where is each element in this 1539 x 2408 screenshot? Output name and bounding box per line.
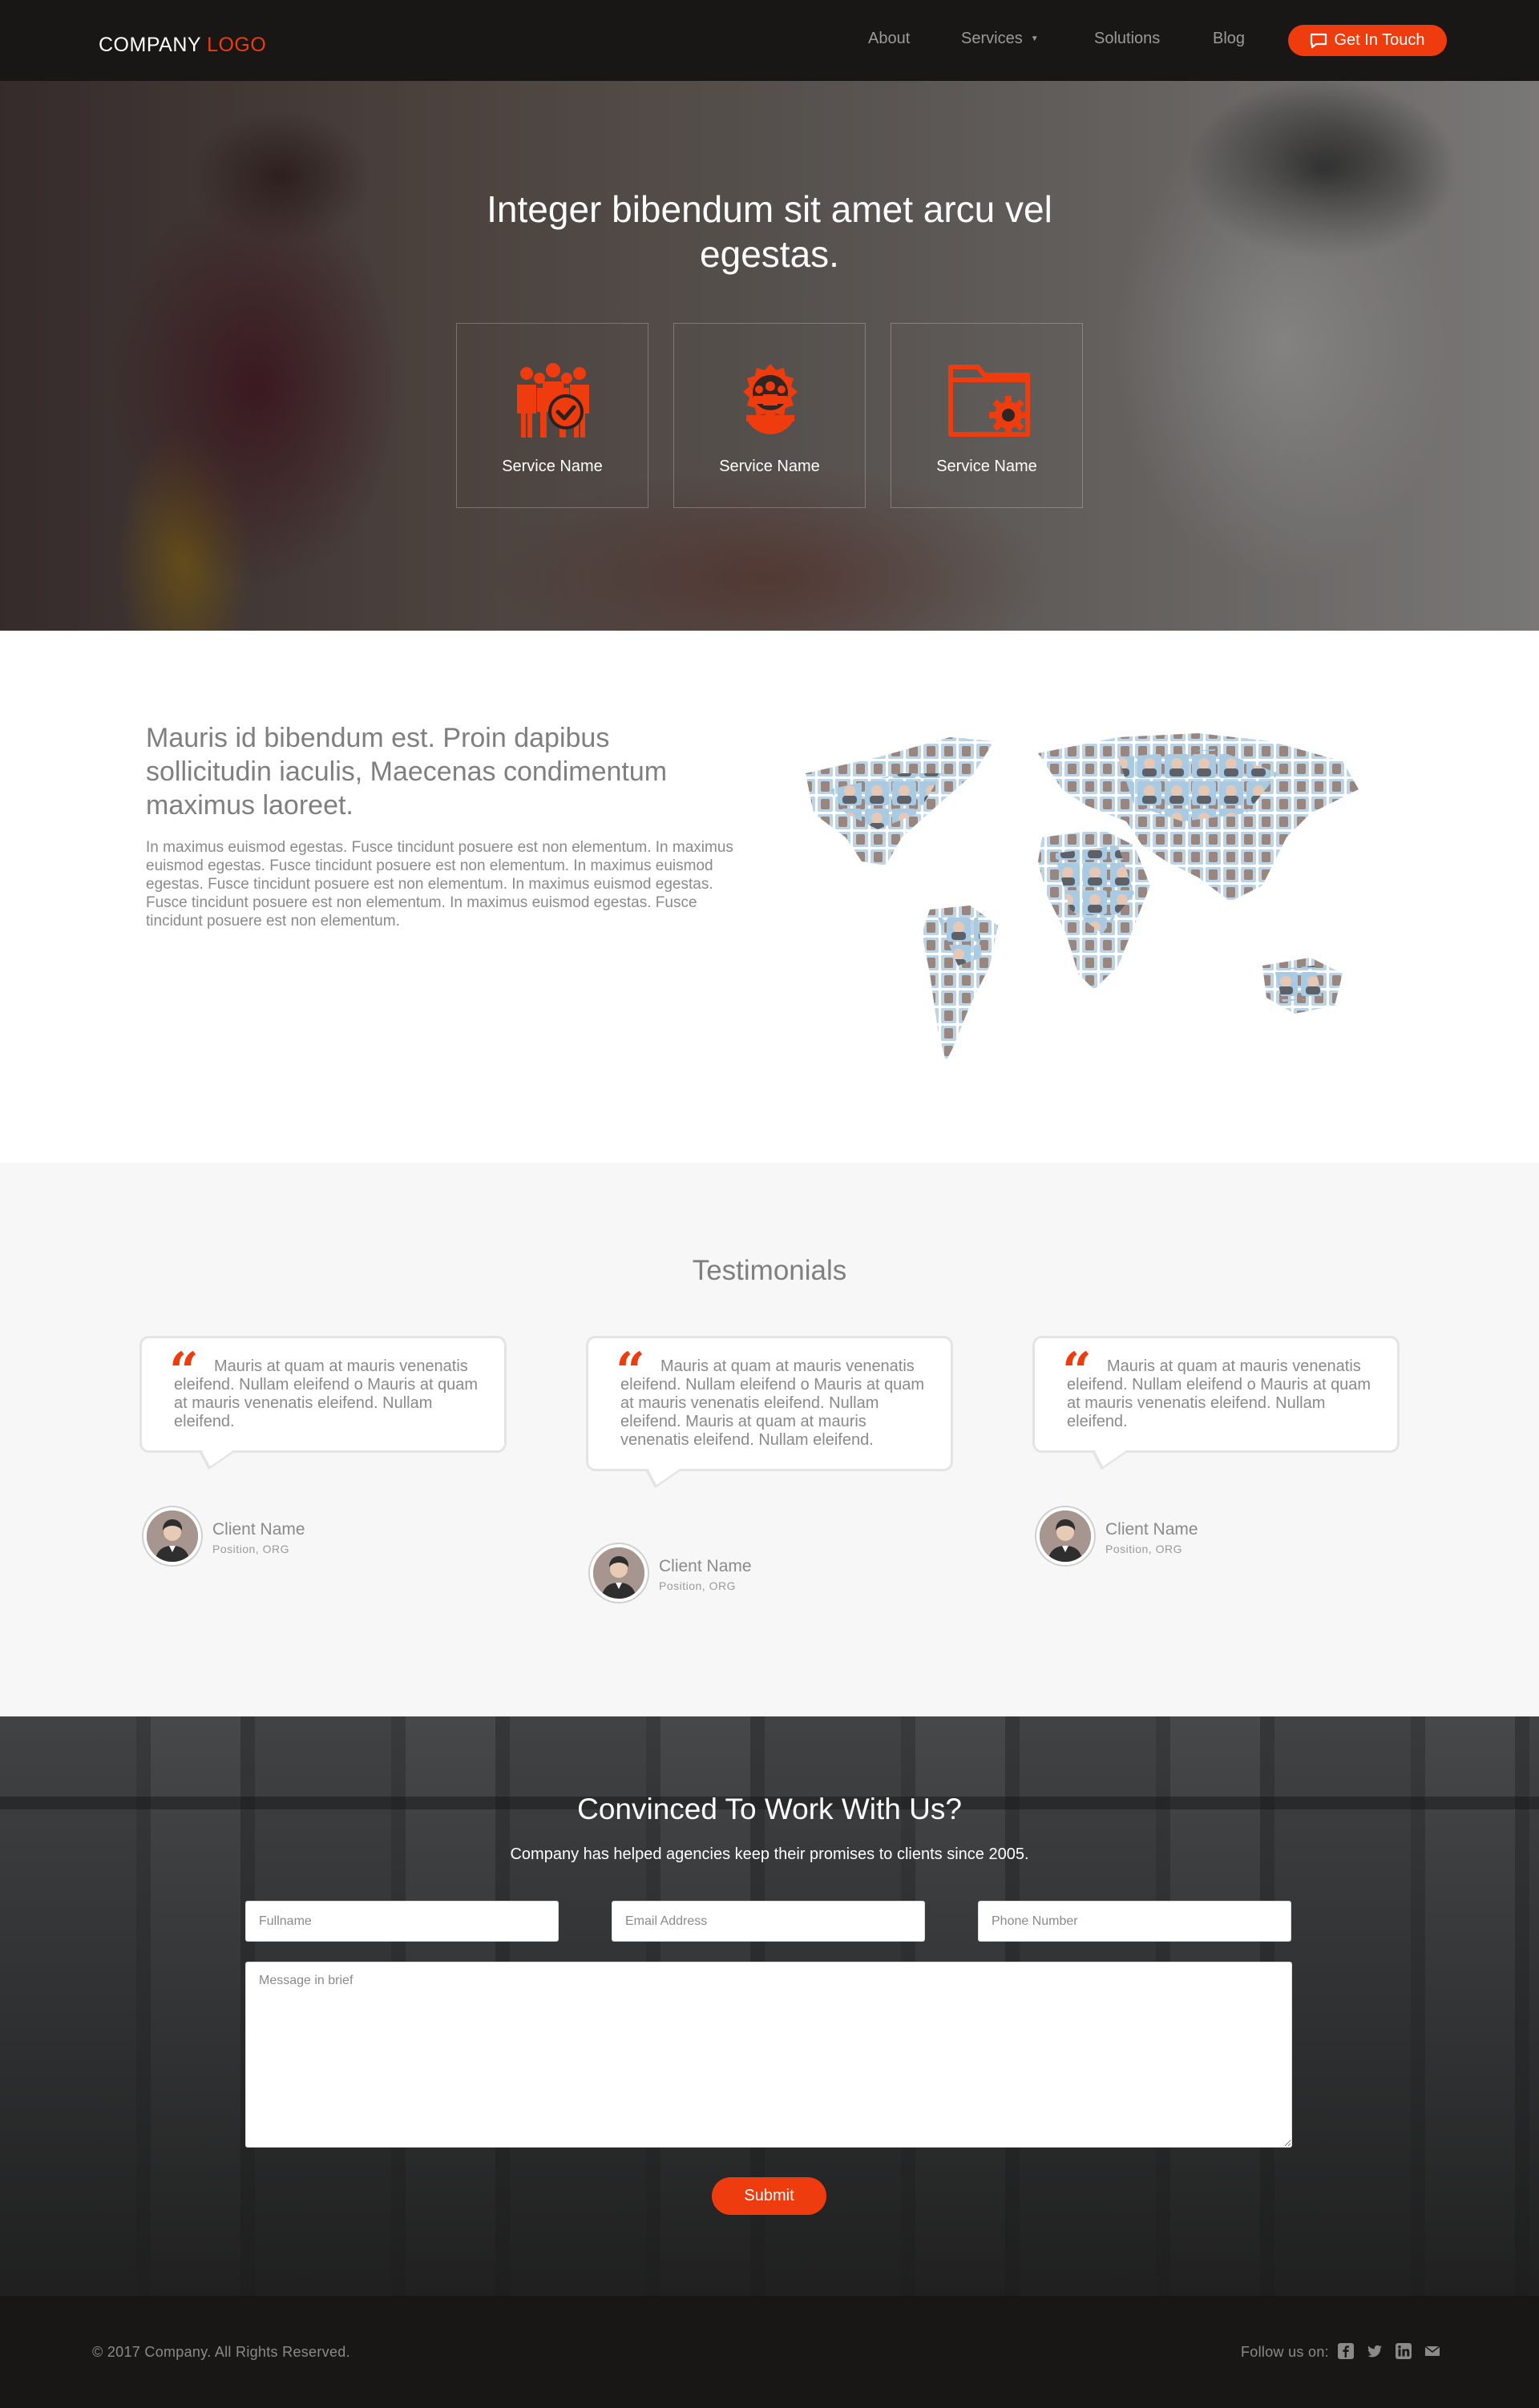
facebook-icon[interactable] (1337, 2342, 1355, 2360)
twitter-icon[interactable] (1366, 2342, 1383, 2360)
nav-link-about[interactable]: About (868, 30, 910, 48)
testimonial-1-quote: Mauris at quam at mauris venenatis eleif… (174, 1357, 479, 1430)
chat-bubble-icon (1311, 33, 1327, 48)
gear-people-icon (743, 364, 798, 434)
client-1-name: Client Name (212, 1520, 305, 1539)
person-avatar-icon (1040, 1511, 1091, 1562)
speech-tail (1092, 1435, 1127, 1470)
testimonial-card-3: “ Mauris at quam at mauris venenatis ele… (1032, 1336, 1400, 1470)
avatar (590, 1544, 648, 1602)
nav-link-solutions[interactable]: Solutions (1094, 30, 1160, 48)
top-nav: COMPANY LOGO About Services ▼ Solutions B… (0, 0, 1539, 81)
submit-button[interactable]: Submit (712, 2177, 826, 2215)
testimonial-card-1: “ Mauris at quam at mauris venenatis ele… (139, 1336, 507, 1470)
logo-accent-text: LOGO (207, 34, 267, 56)
contact-subtitle: Company has helped agencies keep their p… (510, 1845, 1029, 1863)
quote-mark-icon: “ (169, 1341, 199, 1402)
speech-tail (645, 1454, 681, 1489)
service-card-2[interactable]: Service Name (673, 323, 866, 508)
testimonials-section: Testimonials “ Mauris at quam at mauris … (0, 1163, 1539, 1716)
avatar (1036, 1507, 1094, 1565)
testimonial-2-quote: Mauris at quam at mauris venenatis eleif… (620, 1357, 925, 1449)
message-field[interactable] (245, 1962, 1292, 2148)
get-in-touch-label: Get In Touch (1334, 31, 1425, 49)
testimonials-heading: Testimonials (692, 1255, 847, 1286)
service-card-2-label: Service Name (719, 458, 820, 475)
client-3-position: Position, ORG (1105, 1543, 1182, 1555)
footer: © 2017 Company. All Rights Reserved. Fol… (0, 2296, 1539, 2408)
fullname-field[interactable] (245, 1901, 559, 1942)
client-2-name: Client Name (659, 1557, 752, 1575)
testimonial-card-2: “ Mauris at quam at mauris venenatis ele… (586, 1336, 953, 1489)
service-card-1-label: Service Name (502, 458, 603, 475)
client-1-position: Position, ORG (212, 1543, 289, 1555)
person-avatar-icon (147, 1511, 198, 1562)
nav-link-blog[interactable]: Blog (1213, 30, 1245, 48)
contact-section: Convinced To Work With Us? Company has h… (0, 1716, 1539, 2296)
caret-down-icon: ▼ (1030, 34, 1039, 44)
quote-mark-icon: “ (1062, 1341, 1092, 1402)
world-map-image (806, 733, 1359, 1062)
hero-section: Integer bibendum sit amet arcu vel egest… (0, 81, 1539, 631)
email-field[interactable] (612, 1901, 925, 1942)
logo-primary-text: COMPANY (99, 34, 201, 56)
about-body: In maximus euismod egestas. Fusce tincid… (146, 839, 733, 930)
service-card-3-label: Service Name (936, 458, 1037, 475)
follow-label: Follow us on: (1241, 2344, 1329, 2360)
phone-field[interactable] (978, 1901, 1291, 1942)
client-2-position: Position, ORG (659, 1579, 736, 1592)
company-logo[interactable]: COMPANY LOGO (99, 34, 266, 57)
team-check-icon (517, 363, 589, 438)
copyright-text: © 2017 Company. All Rights Reserved. (92, 2344, 350, 2360)
folder-gear-icon (948, 365, 1030, 437)
quote-mark-icon: “ (616, 1341, 645, 1402)
service-card-3[interactable]: Service Name (891, 323, 1083, 508)
email-icon[interactable] (1424, 2342, 1441, 2360)
contact-heading: Convinced To Work With Us? (577, 1793, 962, 1825)
person-avatar-icon (593, 1547, 644, 1599)
get-in-touch-button[interactable]: Get In Touch (1288, 25, 1447, 56)
avatar (143, 1507, 201, 1565)
service-card-1[interactable]: Service Name (456, 323, 648, 508)
nav-link-services[interactable]: Services ▼ (961, 30, 1039, 48)
client-3-name: Client Name (1105, 1520, 1198, 1539)
about-heading: Mauris id bibendum est. Proin dapibus so… (146, 723, 668, 821)
linkedin-icon[interactable] (1395, 2342, 1412, 2360)
speech-tail (199, 1435, 234, 1470)
hero-title: Integer bibendum sit amet arcu vel egest… (487, 188, 1052, 275)
nav-link-services-label: Services (961, 30, 1023, 47)
testimonial-3-quote: Mauris at quam at mauris venenatis eleif… (1067, 1357, 1371, 1430)
